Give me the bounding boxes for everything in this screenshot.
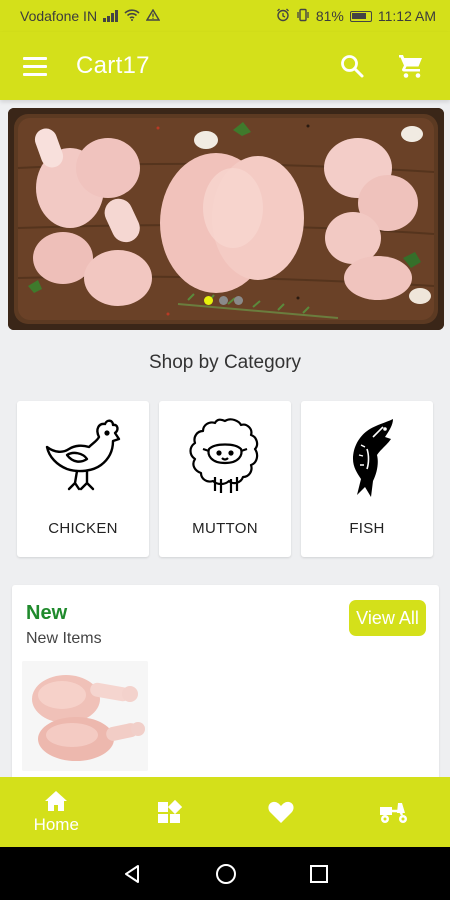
warning-icon	[145, 8, 161, 24]
home-icon	[45, 791, 68, 811]
category-card-mutton[interactable]: MUTTON	[159, 401, 291, 557]
banner-carousel[interactable]	[8, 108, 444, 330]
carousel-dot[interactable]	[234, 296, 243, 305]
category-card-fish[interactable]: FISH	[301, 401, 433, 557]
app-title: Cart17	[76, 52, 150, 79]
category-label: FISH	[349, 520, 385, 537]
sheep-icon	[189, 418, 259, 493]
nav-delivery[interactable]	[338, 777, 450, 847]
view-all-button[interactable]: View All	[349, 600, 426, 636]
search-icon[interactable]	[339, 53, 365, 79]
app-bar: Cart17	[0, 32, 450, 100]
wifi-icon	[124, 8, 140, 24]
alarm-icon	[276, 8, 290, 25]
hamburger-menu-icon[interactable]	[23, 56, 47, 76]
carousel-dot[interactable]	[219, 296, 228, 305]
recents-icon[interactable]	[309, 864, 329, 884]
category-label: CHICKEN	[48, 520, 118, 537]
vibrate-icon	[296, 8, 310, 25]
new-section-subtitle: New Items	[26, 630, 102, 647]
nav-home[interactable]: Home	[0, 777, 113, 847]
nav-categories[interactable]	[113, 777, 226, 847]
product-thumbnail[interactable]	[22, 661, 148, 771]
fish-icon	[353, 419, 393, 497]
carousel-dot-active[interactable]	[204, 296, 213, 305]
chicken-icon	[45, 419, 121, 491]
home-circle-icon[interactable]	[215, 863, 237, 885]
nav-favorites[interactable]	[225, 777, 338, 847]
nav-home-label: Home	[33, 815, 79, 834]
signal-icon	[103, 10, 119, 22]
battery-percent: 81%	[315, 8, 344, 24]
bottom-navigation: Home	[0, 777, 450, 847]
category-card-chicken[interactable]: CHICKEN	[17, 401, 149, 557]
category-label: MUTTON	[192, 520, 258, 537]
section-title-shop-by-category: Shop by Category	[148, 352, 302, 373]
shopping-cart-icon[interactable]	[397, 52, 425, 80]
heart-icon	[268, 801, 294, 823]
status-bar: Vodafone IN 81% 11:12 AM	[0, 0, 450, 32]
delivery-scooter-icon	[379, 803, 407, 823]
product-image	[22, 661, 148, 771]
carrier-name: Vodafone IN	[20, 8, 98, 24]
new-section-title: New	[26, 602, 68, 624]
carousel-indicator[interactable]	[204, 296, 243, 305]
system-navigation-bar	[0, 847, 450, 900]
back-icon[interactable]	[121, 863, 143, 885]
categories-icon	[157, 799, 182, 823]
battery-icon	[349, 10, 372, 22]
new-items-card: New New Items View All	[12, 585, 439, 785]
clock: 11:12 AM	[377, 8, 436, 24]
